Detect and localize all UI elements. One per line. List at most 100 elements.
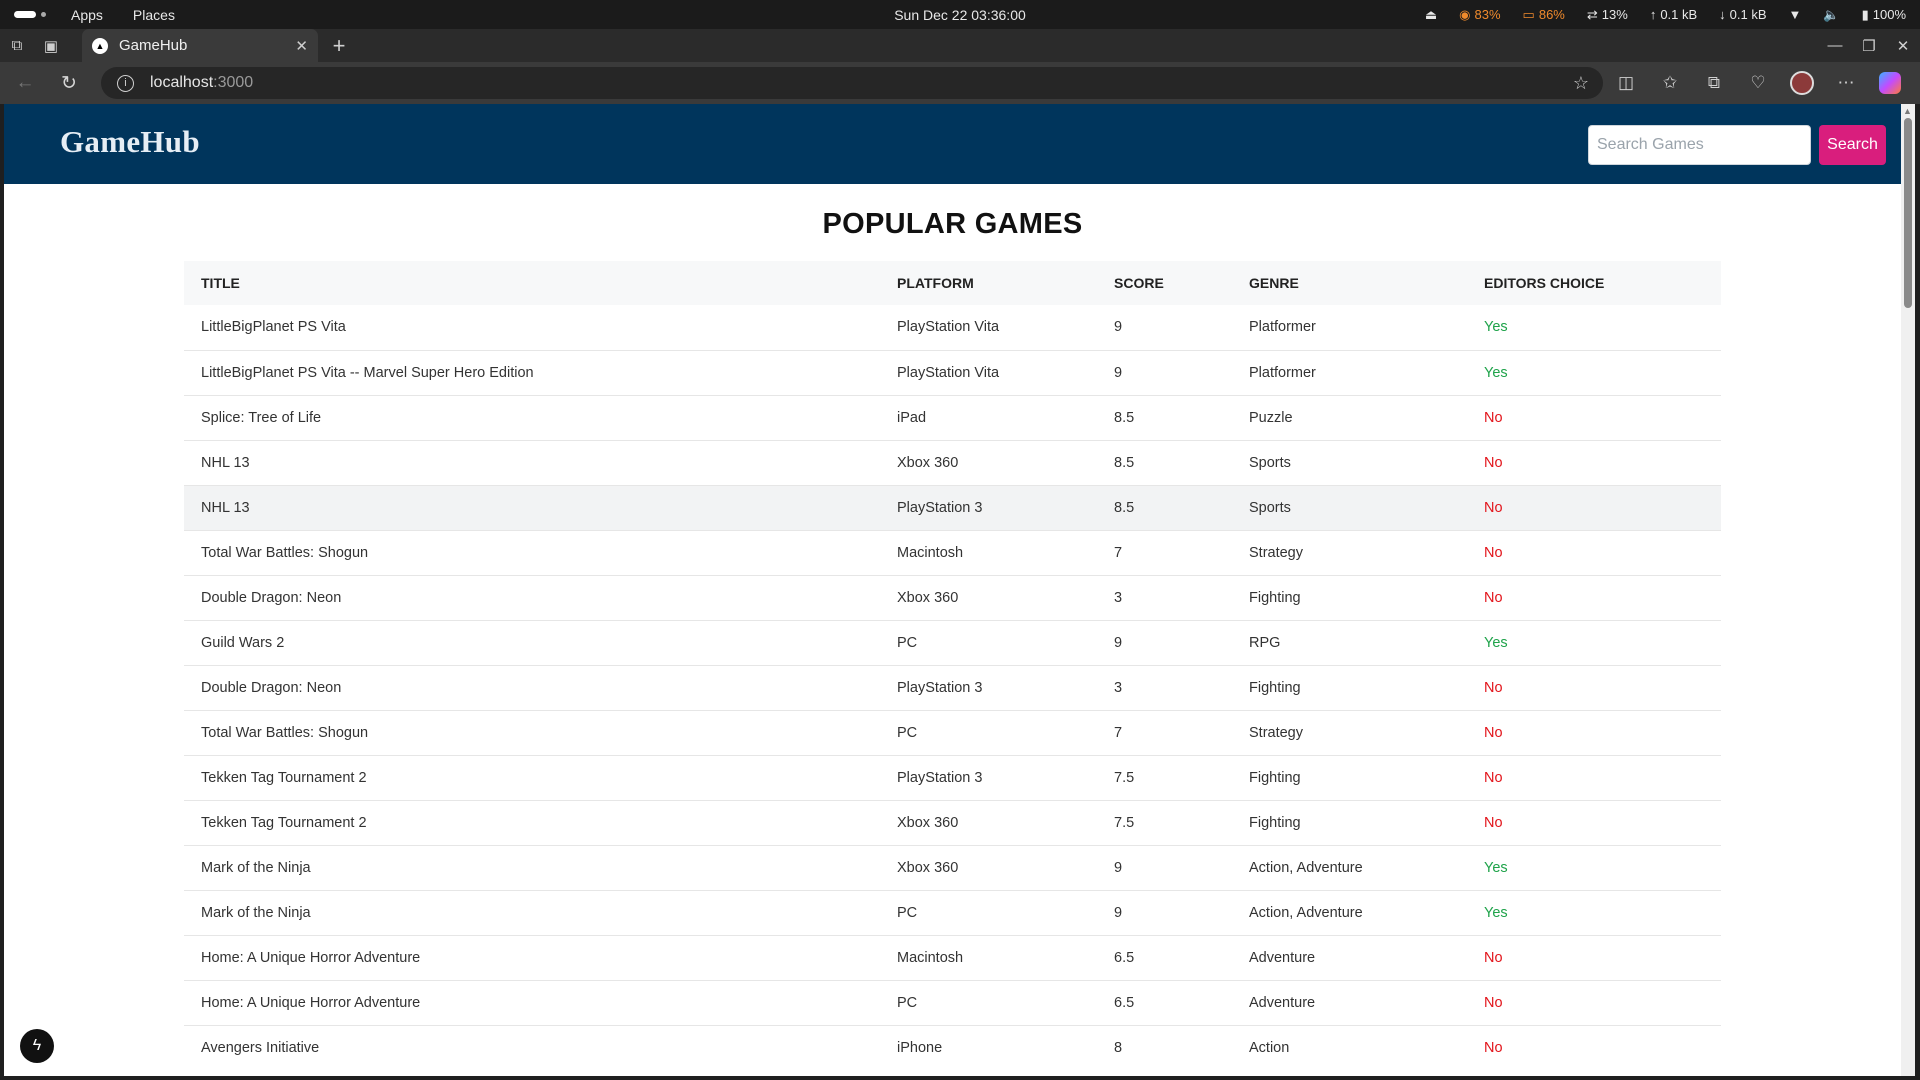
cell-platform: PlayStation 3 (880, 484, 1097, 530)
tab-gamehub[interactable]: ▲ GameHub ✕ (82, 29, 318, 62)
cell-genre: Action (1232, 1024, 1467, 1070)
favorite-star-icon[interactable]: ☆ (1573, 73, 1589, 94)
cell-genre: Action, Adventure (1232, 889, 1467, 935)
battery-indicator[interactable]: ▮ 100% (1862, 7, 1906, 23)
table-row[interactable]: Total War Battles: Shogun PC 7 Strategy No (184, 709, 1721, 755)
more-menu-icon[interactable]: ⋯ (1824, 73, 1868, 93)
places-menu[interactable]: Places (133, 7, 175, 23)
apps-menu[interactable]: Apps (71, 7, 103, 23)
restore-icon[interactable]: ❐ (1852, 37, 1886, 55)
tab-actions-icon[interactable]: ▣ (34, 29, 68, 62)
cell-genre: Fighting (1232, 799, 1467, 845)
table-row[interactable]: Tekken Tag Tournament 2 Xbox 360 7.5 Fighti… (184, 799, 1721, 845)
column-header-platform: PLATFORM (880, 261, 1097, 305)
search-button[interactable]: Search (1819, 125, 1886, 165)
battery-icon: ▮ (1861, 6, 1869, 22)
new-tab-icon[interactable]: + (322, 29, 356, 62)
cell-platform: PlayStation Vita (880, 349, 1097, 395)
search-input[interactable] (1588, 125, 1811, 165)
cell-genre: Strategy (1232, 709, 1467, 755)
workspace-indicator-icon[interactable] (14, 11, 36, 18)
cell-score: 9 (1097, 619, 1232, 665)
cell-editors-choice: No (1467, 529, 1721, 575)
table-row[interactable]: Home: A Unique Horror Adventure Macintosh… (184, 934, 1721, 980)
scrollbar-thumb[interactable] (1904, 118, 1912, 308)
cell-genre: Strategy (1232, 529, 1467, 575)
dev-tools-bolt-icon[interactable]: ϟ (20, 1029, 54, 1063)
collections-icon[interactable]: ⧉ (1692, 73, 1736, 93)
cell-platform: PlayStation Vita (897, 319, 1000, 336)
volume-icon[interactable]: 🔈 (1823, 7, 1839, 23)
column-header-score: SCORE (1097, 261, 1232, 305)
cell-score: 6.5 (1097, 934, 1232, 980)
cpu-value: 83% (1474, 7, 1501, 22)
table-row[interactable]: NHL 13 PlayStation 3 8.5 Sports No (184, 484, 1721, 530)
profile-avatar[interactable] (1790, 71, 1814, 95)
cell-editors-choice: No (1467, 979, 1721, 1025)
eject-icon[interactable]: ⏏ (1425, 7, 1437, 23)
minimize-icon[interactable]: — (1818, 37, 1852, 54)
cell-editors-choice: No (1467, 664, 1721, 710)
table-row[interactable]: Double Dragon: Neon Xbox 360 3 Fighting No (184, 574, 1721, 620)
cell-platform: Macintosh (880, 529, 1097, 575)
cell-title: Home: A Unique Horror Adventure (184, 979, 880, 1025)
tab-title: GameHub (119, 37, 188, 54)
cell-editors-choice: No (1467, 934, 1721, 980)
table-row[interactable]: LittleBigPlanet PS Vita -- Marvel Super … (184, 349, 1721, 395)
table-row[interactable]: Mark of the Ninja PC 9 Action, Adventure Yes (184, 889, 1721, 935)
page-scrollbar[interactable]: ▲ (1901, 104, 1915, 1076)
page-title: POPULAR GAMES (822, 208, 1083, 240)
copilot-icon[interactable] (1879, 72, 1901, 94)
table-row[interactable]: NHL 13 Xbox 360 8.5 Sports No (184, 439, 1721, 485)
memory-value: 86% (1538, 7, 1565, 22)
cell-platform: Xbox 360 (880, 844, 1097, 890)
cell-score: 3 (1097, 664, 1232, 710)
table-row[interactable]: Avengers Initiative iPhone 8 Action No (184, 1024, 1721, 1070)
table-row[interactable]: Double Dragon: Neon PlayStation 3 3 Fightin… (184, 664, 1721, 710)
browser-extensions: ◫ ✩ ⧉ ♡ ⋯ (1604, 62, 1912, 104)
address-bar[interactable]: i localhost:3000 ☆ (101, 67, 1603, 99)
reload-icon[interactable]: ↻ (50, 64, 88, 102)
split-screen-icon[interactable]: ◫ (1604, 73, 1648, 93)
table-row[interactable]: LittleBigPlanet PS Vita PlayStation Vita 9… (184, 305, 1721, 350)
back-arrow-icon[interactable]: ← (6, 64, 44, 102)
site-info-icon[interactable]: i (117, 74, 134, 92)
url-port: :3000 (213, 74, 254, 91)
cell-editors-choice: Yes (1467, 619, 1721, 665)
table-row[interactable]: Guild Wars 2 PC 9 RPG Yes (184, 619, 1721, 665)
cell-editors-choice: No (1467, 394, 1721, 440)
browser-essentials-icon[interactable]: ♡ (1736, 73, 1780, 93)
workspace-dot-icon[interactable] (41, 12, 46, 17)
table-row[interactable]: Total War Battles: Shogun Macintosh 7 Strat… (184, 529, 1721, 575)
close-tab-icon[interactable]: ✕ (295, 37, 308, 55)
cell-editors-choice: No (1467, 484, 1721, 530)
table-row[interactable]: Mark of the Ninja Xbox 360 9 Action, Advent… (184, 844, 1721, 890)
table-row[interactable]: Home: A Unique Horror Adventure PC 6.5 Adve… (184, 979, 1721, 1025)
cell-platform: PlayStation 3 (880, 664, 1097, 710)
upload-value: 0.1 kB (1660, 7, 1698, 22)
url-host: localhost (150, 74, 214, 91)
games-table: TITLE PLATFORM SCORE GENRE EDITORS CHOIC… (184, 261, 1721, 1070)
cell-genre: Fighting (1232, 574, 1467, 620)
wifi-icon[interactable]: ▼ (1789, 7, 1802, 22)
cell-score: 7 (1097, 709, 1232, 755)
cell-genre: Fighting (1232, 664, 1467, 710)
cell-editors-choice: No (1467, 709, 1721, 755)
cell-platform: PC (880, 979, 1097, 1025)
favicon-icon: ▲ (92, 37, 108, 54)
download-arrow-icon: ↓ (1719, 7, 1726, 22)
cell-title: Double Dragon: Neon (184, 664, 880, 710)
brand-logo[interactable]: GameHub (60, 124, 200, 160)
workspaces-icon[interactable]: ⧉ (0, 29, 34, 62)
cell-genre: Fighting (1232, 754, 1467, 800)
cell-genre: Sports (1232, 439, 1467, 485)
scroll-up-arrow-icon[interactable]: ▲ (1903, 106, 1912, 116)
close-window-icon[interactable]: ✕ (1886, 37, 1920, 55)
cell-platform: Xbox 360 (880, 799, 1097, 845)
table-row[interactable]: Splice: Tree of Life iPad 8.5 Puzzle No (184, 394, 1721, 440)
favorites-icon[interactable]: ✩ (1648, 73, 1692, 93)
table-row[interactable]: Tekken Tag Tournament 2 PlayStation 3 7.5 F… (184, 754, 1721, 800)
cell-platform: Xbox 360 (880, 574, 1097, 620)
cell-editors-choice: No (1467, 1024, 1721, 1070)
cell-platform: PlayStation 3 (880, 754, 1097, 800)
